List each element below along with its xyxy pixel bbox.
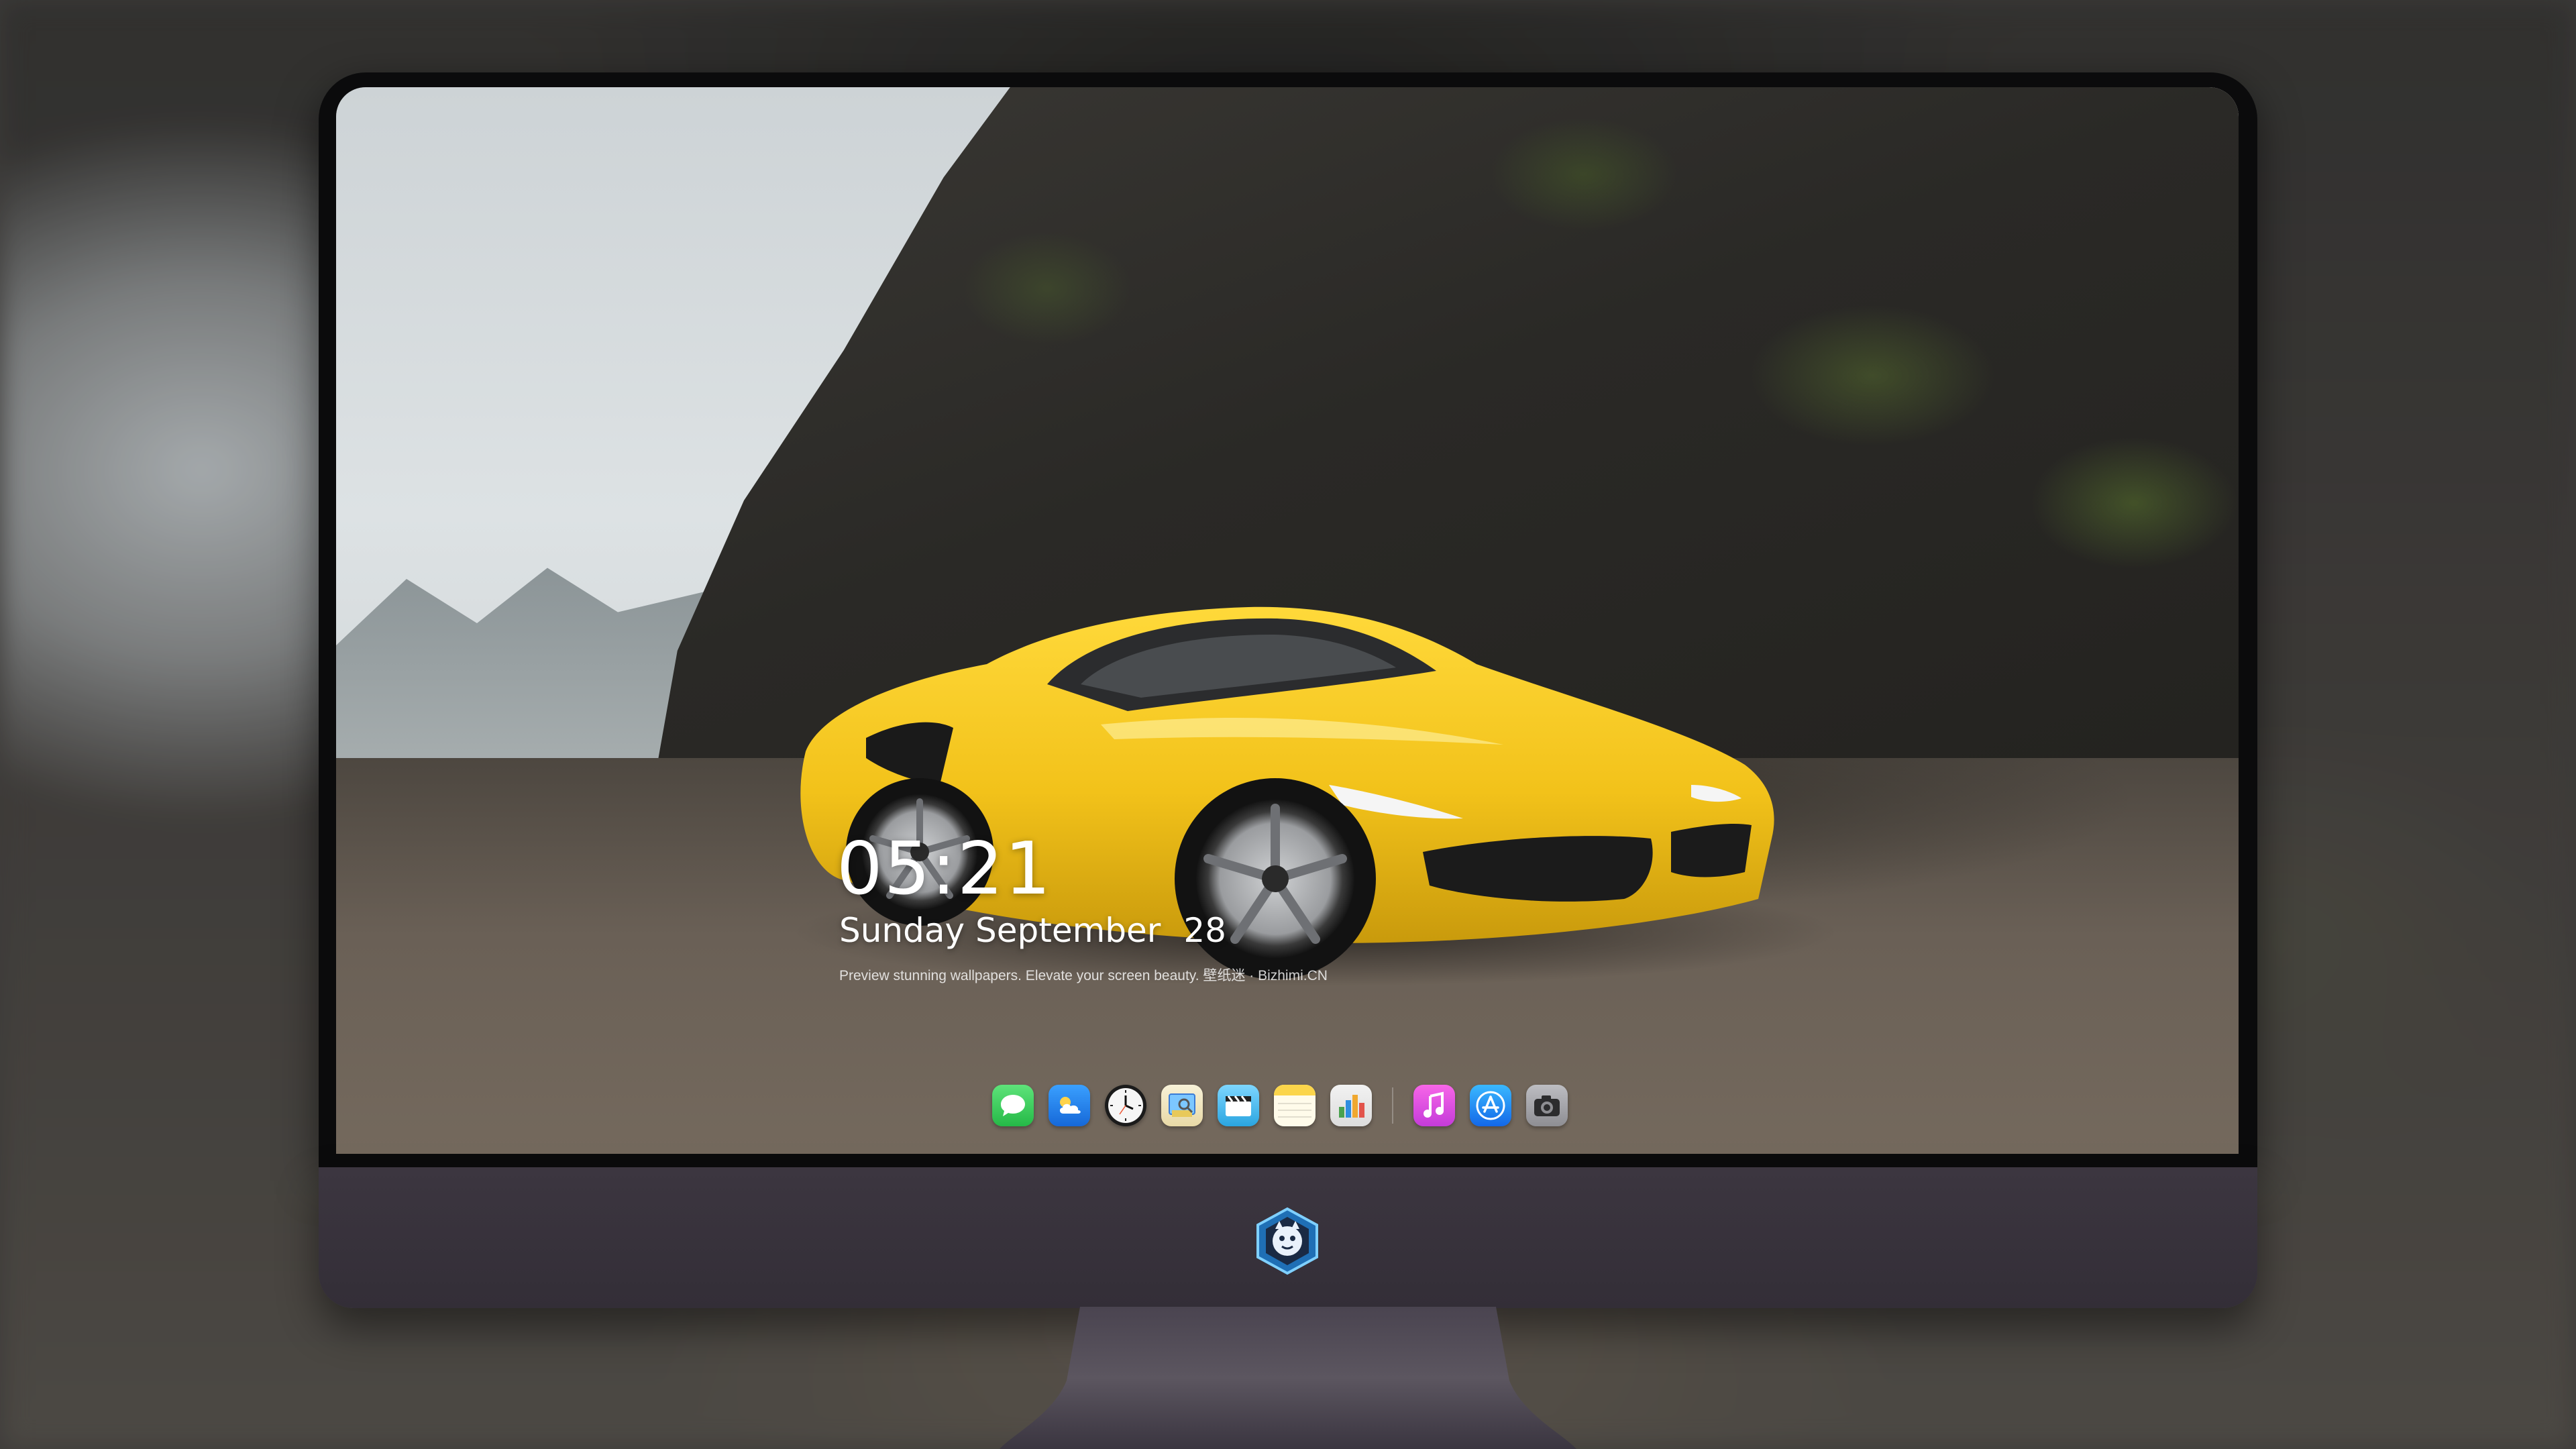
messages-icon[interactable] (992, 1085, 1034, 1126)
lock-screen-tagline: Preview stunning wallpapers. Elevate you… (839, 968, 1328, 983)
numbers-icon[interactable] (1330, 1085, 1372, 1126)
lock-screen[interactable]: 05:21 Sunday September 28 Preview stunnin… (336, 87, 2239, 1154)
brand-logo-icon (1256, 1207, 1318, 1275)
preview-icon[interactable] (1161, 1085, 1203, 1126)
dock (992, 1079, 1582, 1132)
date-weekday-month: Sunday September (839, 911, 1161, 950)
clock-icon[interactable] (1105, 1085, 1146, 1126)
monitor-stand (1000, 1307, 1576, 1449)
weather-icon[interactable] (1049, 1085, 1090, 1126)
itunes-icon[interactable] (1413, 1085, 1455, 1126)
imac-monitor: 05:21 Sunday September 28 Preview stunnin… (319, 72, 2257, 1308)
notes-icon[interactable] (1274, 1085, 1316, 1126)
camera-icon[interactable] (1526, 1085, 1568, 1126)
date-day: 28 (1183, 911, 1226, 950)
monitor-bezel: 05:21 Sunday September 28 Preview stunnin… (319, 72, 2257, 1167)
dock-separator (1392, 1087, 1393, 1124)
lock-screen-time: 05:21 (837, 827, 1053, 911)
app-store-icon[interactable] (1470, 1085, 1511, 1126)
lock-screen-date: Sunday September 28 (839, 914, 1226, 947)
clips-icon[interactable] (1218, 1085, 1259, 1126)
